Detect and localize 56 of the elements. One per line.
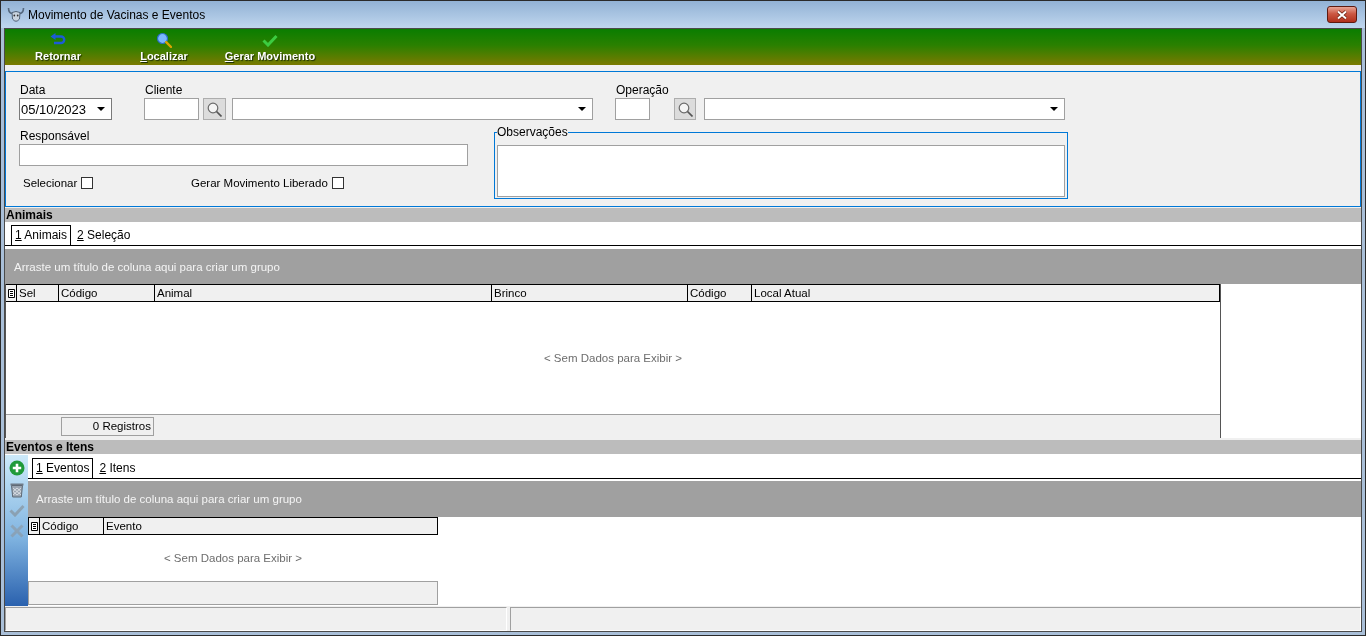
column-chooser-icon[interactable] (6, 284, 17, 302)
window-title: Movimento de Vacinas e Eventos (28, 7, 206, 22)
tab[interactable]: 2 Itens (95, 458, 140, 478)
search-button[interactable] (203, 98, 226, 120)
input-field[interactable] (144, 98, 199, 120)
column-header[interactable]: Código (59, 284, 155, 302)
input-field[interactable] (615, 98, 650, 120)
check-icon (262, 33, 278, 47)
empty-message: < Sem Dados para Exibir > (163, 552, 303, 564)
group-by-panel: Arraste um título de coluna aqui para criar um grupo (28, 481, 1361, 517)
column-header[interactable]: Código (40, 517, 104, 535)
tab[interactable]: 1 Animais (11, 225, 72, 245)
checkbox-label: Gerar Movimento Liberado (191, 177, 328, 189)
search-button[interactable] (674, 98, 696, 120)
column-header[interactable]: Local Atual (752, 284, 1220, 302)
field-label: Data (19, 82, 46, 98)
column-chooser-icon[interactable] (28, 517, 40, 535)
caret-icon[interactable] (97, 107, 105, 111)
date-field[interactable]: 05/10/2023 (19, 98, 112, 120)
close-button[interactable] (1327, 6, 1357, 23)
trash-icon[interactable] (8, 482, 25, 498)
plus-circle-icon[interactable] (8, 460, 25, 476)
checkbox-label: Selecionar (23, 177, 78, 189)
return-arrow-icon (50, 33, 66, 47)
tab[interactable]: 2 Seleção (73, 225, 135, 245)
input-field[interactable] (19, 144, 468, 166)
group-label: Observações (497, 125, 568, 139)
dropdown-field[interactable] (232, 98, 593, 120)
record-count: 0 Registros (61, 417, 154, 436)
empty-message: < Sem Dados para Exibir > (543, 352, 683, 364)
close-icon (1336, 9, 1348, 20)
checkbox[interactable] (81, 177, 94, 189)
dropdown-field[interactable] (704, 98, 1065, 120)
toolbar-button[interactable]: Localizar (111, 29, 217, 65)
search-icon (677, 101, 693, 117)
checkbox[interactable] (331, 177, 344, 189)
field-label: Responsável (19, 129, 90, 144)
column-header[interactable]: Brinco (492, 284, 688, 302)
tab[interactable]: 1 Eventos (32, 458, 94, 478)
search-icon (156, 32, 172, 48)
caret-icon[interactable] (1050, 107, 1058, 111)
section-header: Animais (5, 208, 1361, 222)
group-by-panel: Arraste um título de coluna aqui para criar um grupo (5, 249, 1361, 284)
column-header[interactable]: Sel (17, 284, 59, 302)
section-header: Eventos e Itens (5, 440, 1361, 454)
search-icon (207, 101, 222, 117)
caret-icon[interactable] (578, 107, 586, 111)
field-label: Operação (615, 82, 669, 98)
toolbar-button[interactable]: Retornar (5, 29, 111, 65)
column-header[interactable]: Animal (155, 284, 492, 302)
column-header[interactable]: Código (688, 284, 752, 302)
field-label: Cliente (144, 82, 183, 98)
bull-head-icon (7, 5, 25, 24)
column-header[interactable]: Evento (104, 517, 438, 535)
toolbar-button[interactable]: Gerar Movimento (217, 29, 323, 65)
memo-field[interactable] (497, 145, 1065, 197)
